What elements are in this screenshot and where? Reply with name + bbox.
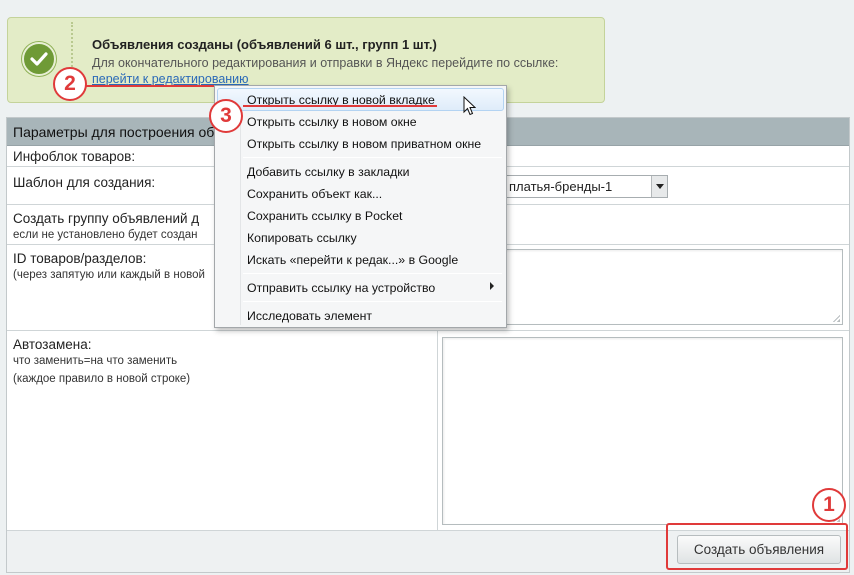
autoreplace-hint-1: что заменить=на что заменить bbox=[13, 355, 178, 367]
ids-hint: (через запятую или каждый в новой bbox=[13, 269, 205, 281]
menu-separator bbox=[243, 157, 502, 158]
autoreplace-textarea[interactable] bbox=[442, 337, 843, 525]
menu-copy-link[interactable]: Копировать ссылку bbox=[247, 231, 357, 245]
annotation-badge-3: 3 bbox=[209, 99, 243, 133]
template-label: Шаблон для создания: bbox=[13, 175, 156, 190]
chevron-down-icon[interactable] bbox=[651, 176, 667, 197]
group-label: Создать группу объявлений д bbox=[13, 211, 200, 226]
edit-link[interactable]: перейти к редактированию bbox=[92, 72, 249, 86]
form-header-title: Параметры для построения об bbox=[13, 124, 215, 140]
menu-separator bbox=[243, 273, 502, 274]
template-select[interactable]: платья-бренды-1 bbox=[488, 175, 668, 198]
column-divider bbox=[437, 331, 438, 531]
menu-save-pocket[interactable]: Сохранить ссылку в Pocket bbox=[247, 209, 402, 223]
success-check-icon bbox=[22, 42, 56, 76]
annotation-highlight-box bbox=[666, 523, 848, 570]
menu-open-private-window[interactable]: Открыть ссылку в новом приватном окне bbox=[247, 137, 481, 151]
group-hint: если не установлено будет создан bbox=[13, 229, 198, 241]
autoreplace-label: Автозамена: bbox=[13, 337, 92, 352]
annotation-underline-3 bbox=[243, 105, 437, 107]
menu-save-object[interactable]: Сохранить объект как... bbox=[247, 187, 382, 201]
infoblock-label: Инфоблок товаров: bbox=[13, 149, 136, 164]
annotation-badge-2: 2 bbox=[53, 67, 87, 101]
ids-label: ID товаров/разделов: bbox=[13, 251, 147, 266]
menu-add-bookmark[interactable]: Добавить ссылку в закладки bbox=[247, 165, 410, 179]
menu-search-google[interactable]: Искать «перейти к редак...» в Google bbox=[247, 253, 458, 267]
mouse-cursor-icon bbox=[463, 96, 476, 116]
menu-inspect-element[interactable]: Исследовать элемент bbox=[247, 309, 372, 323]
template-select-value: платья-бренды-1 bbox=[509, 179, 613, 194]
annotation-badge-1: 1 bbox=[812, 488, 846, 522]
ids-textarea[interactable] bbox=[502, 249, 843, 325]
notice-text: Для окончательного редактирования и отпр… bbox=[92, 56, 559, 70]
submenu-arrow-icon bbox=[490, 282, 494, 290]
menu-send-to-device[interactable]: Отправить ссылку на устройство bbox=[247, 281, 435, 295]
autoreplace-hint-2: (каждое правило в новой строке) bbox=[13, 373, 191, 385]
menu-separator bbox=[243, 301, 502, 302]
context-menu: Открыть ссылку в новой вкладке Открыть с… bbox=[214, 85, 507, 328]
resize-grip-icon[interactable] bbox=[832, 314, 840, 322]
menu-open-new-window[interactable]: Открыть ссылку в новом окне bbox=[247, 115, 417, 129]
notice-title: Объявления созданы (объявлений 6 шт., гр… bbox=[92, 37, 437, 52]
